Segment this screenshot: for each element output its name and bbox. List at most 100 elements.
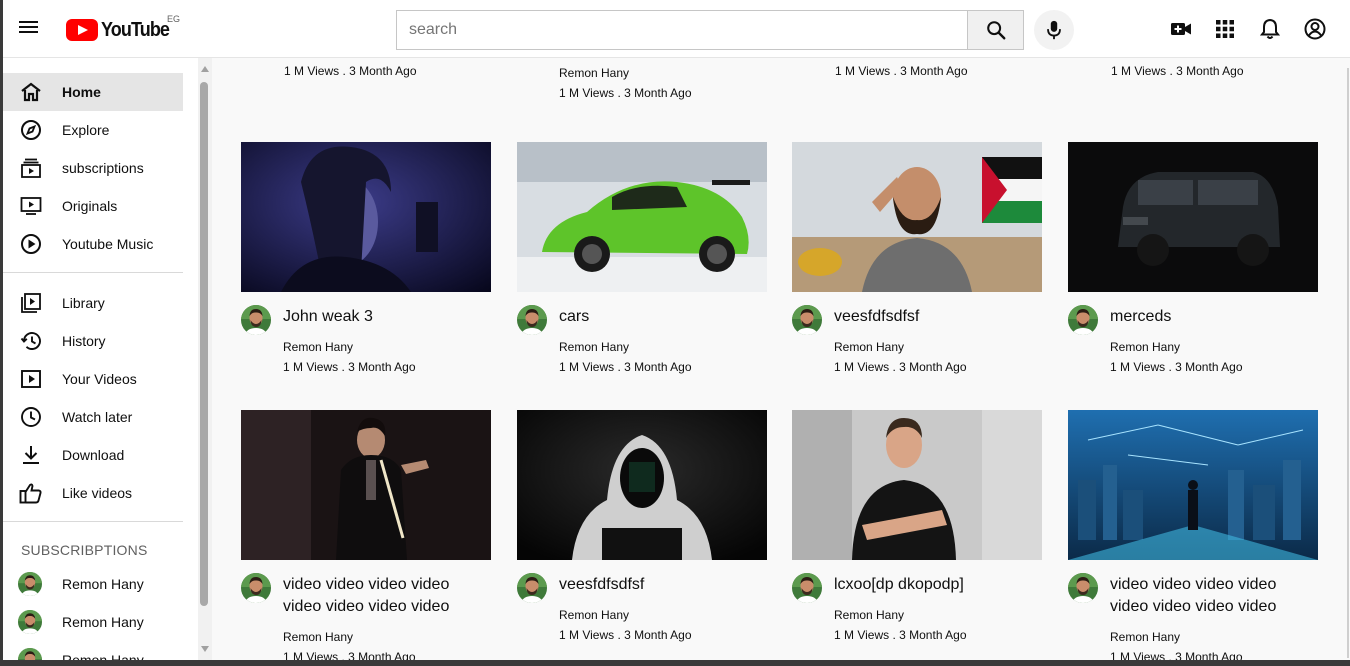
video-channel[interactable]: Remon Hany xyxy=(1110,630,1180,644)
video-title[interactable]: lcxoo[dp dkopodp] xyxy=(834,574,1042,596)
subscription-name: Remon Hany xyxy=(62,614,144,630)
video-thumbnail[interactable] xyxy=(517,410,767,560)
video-channel[interactable]: Remon Hany xyxy=(834,340,904,354)
download-icon xyxy=(19,443,43,467)
top-header: YouTube EG xyxy=(3,0,1350,58)
video-channel[interactable]: Remon Hany xyxy=(1110,340,1180,354)
subscriptions-heading: SUBSCRIBPTIONS xyxy=(21,542,148,558)
voice-search-button[interactable] xyxy=(1034,10,1074,50)
channel-avatar[interactable] xyxy=(241,305,271,335)
video-title[interactable]: veesfdfsdfsf xyxy=(559,574,767,596)
sidebar-item-download[interactable]: Download xyxy=(3,436,183,474)
subscription-name: Remon Hany xyxy=(62,652,144,660)
video-stats: 1 M Views . 3 Month Ago xyxy=(284,64,417,78)
video-card[interactable]: cars Remon Hany 1 M Views . 3 Month Ago xyxy=(517,142,767,374)
video-thumbnail[interactable] xyxy=(241,410,491,560)
channel-avatar xyxy=(18,648,42,660)
video-card[interactable]: veesfdfsdfsf Remon Hany 1 M Views . 3 Mo… xyxy=(517,410,767,642)
video-title[interactable]: merceds xyxy=(1110,306,1318,328)
video-thumbnail[interactable] xyxy=(792,142,1042,292)
sidebar-item-label: Originals xyxy=(62,198,118,214)
channel-avatar[interactable] xyxy=(1068,305,1098,335)
sidebar-item-watch-later[interactable]: Watch later xyxy=(3,398,183,436)
clock-icon xyxy=(19,405,43,429)
channel-avatar[interactable] xyxy=(517,573,547,603)
sidebar-item-your-videos[interactable]: Your Videos xyxy=(3,360,183,398)
notifications-bell-icon[interactable] xyxy=(1258,17,1282,41)
video-card[interactable]: veesfdfsdfsf Remon Hany 1 M Views . 3 Mo… xyxy=(792,142,1042,374)
subscription-name: Remon Hany xyxy=(62,576,144,592)
sidebar-scrollbar-thumb[interactable] xyxy=(200,82,208,606)
sidebar-divider xyxy=(3,521,183,522)
video-stats: 1 M Views . 3 Month Ago xyxy=(1110,360,1243,374)
logo-text: YouTube xyxy=(101,18,170,41)
video-channel[interactable]: Remon Hany xyxy=(834,608,904,622)
sidebar-item-explore[interactable]: Explore xyxy=(3,111,183,149)
video-thumbnail[interactable] xyxy=(792,410,1042,560)
sidebar-item-library[interactable]: Library xyxy=(3,284,183,322)
account-avatar-icon[interactable] xyxy=(1303,17,1327,41)
scroll-down-arrow-icon[interactable] xyxy=(201,646,209,652)
video-channel[interactable]: Remon Hany xyxy=(559,608,629,622)
video-title[interactable]: video video video video video video vide… xyxy=(283,574,491,618)
video-thumbnail[interactable] xyxy=(517,142,767,292)
video-card[interactable]: John weak 3 Remon Hany 1 M Views . 3 Mon… xyxy=(241,142,491,374)
create-video-icon[interactable] xyxy=(1169,17,1193,41)
hamburger-menu-icon[interactable] xyxy=(19,18,43,40)
video-title[interactable]: John weak 3 xyxy=(283,306,491,328)
youtube-logo[interactable]: YouTube EG xyxy=(66,14,181,43)
sidebar-item-history[interactable]: History xyxy=(3,322,183,360)
sidebar-item-label: subscriptions xyxy=(62,160,144,176)
video-card[interactable]: merceds Remon Hany 1 M Views . 3 Month A… xyxy=(1068,142,1318,374)
video-thumbnail[interactable] xyxy=(1068,142,1318,292)
channel-avatar[interactable] xyxy=(1068,573,1098,603)
main-scrollbar-thumb[interactable] xyxy=(1347,68,1349,658)
sidebar-item-home[interactable]: Home xyxy=(3,73,183,111)
sidebar-item-label: Your Videos xyxy=(62,371,137,387)
video-card[interactable]: video video video video video video vide… xyxy=(1068,410,1318,660)
sidebar-item-like-videos[interactable]: Like videos xyxy=(3,474,183,512)
window-frame-left xyxy=(0,0,3,666)
channel-avatar[interactable] xyxy=(241,573,271,603)
video-stats: 1 M Views . 3 Month Ago xyxy=(834,360,967,374)
microphone-icon xyxy=(1047,20,1061,40)
main-scrollbar[interactable] xyxy=(1346,58,1350,660)
sidebar-scrollbar[interactable] xyxy=(198,58,212,660)
video-stats: 1 M Views . 3 Month Ago xyxy=(283,650,416,660)
sidebar-item-label: Home xyxy=(62,84,101,100)
video-title[interactable]: cars xyxy=(559,306,767,328)
video-thumbnail[interactable] xyxy=(1068,410,1318,560)
sidebar-item-originals[interactable]: Originals xyxy=(3,187,183,225)
video-channel[interactable]: Remon Hany xyxy=(283,340,353,354)
sidebar-item-label: Library xyxy=(62,295,105,311)
video-title[interactable]: veesfdfsdfsf xyxy=(834,306,1042,328)
video-channel[interactable]: Remon Hany xyxy=(559,340,629,354)
sidebar-item-subscriptions[interactable]: subscriptions xyxy=(3,149,183,187)
country-code: EG xyxy=(167,14,181,24)
video-stats: 1 M Views . 3 Month Ago xyxy=(559,360,692,374)
thumbs-up-icon xyxy=(19,481,43,505)
video-card[interactable]: video video video video video video vide… xyxy=(241,410,491,660)
window-frame-bottom xyxy=(0,660,1350,666)
apps-grid-icon[interactable] xyxy=(1213,17,1237,41)
video-stats: 1 M Views . 3 Month Ago xyxy=(559,86,692,100)
search-button[interactable] xyxy=(967,10,1024,50)
video-channel[interactable]: Remon Hany xyxy=(283,630,353,644)
video-thumbnail[interactable] xyxy=(241,142,491,292)
channel-avatar[interactable] xyxy=(792,573,822,603)
channel-avatar[interactable] xyxy=(517,305,547,335)
subscription-item[interactable]: Remon Hany xyxy=(3,603,183,641)
sidebar-item-youtube-music[interactable]: Youtube Music xyxy=(3,225,183,263)
video-title[interactable]: video video video video video video vide… xyxy=(1110,574,1318,618)
search-input[interactable] xyxy=(396,10,967,50)
home-icon xyxy=(19,80,43,104)
video-card[interactable]: lcxoo[dp dkopodp] Remon Hany 1 M Views .… xyxy=(792,410,1042,642)
subscription-item[interactable]: Remon Hany xyxy=(3,565,183,603)
subscription-item[interactable]: Remon Hany xyxy=(3,641,183,660)
library-icon xyxy=(19,291,43,315)
history-icon xyxy=(19,329,43,353)
channel-avatar[interactable] xyxy=(792,305,822,335)
search-bar xyxy=(396,10,1024,50)
scroll-up-arrow-icon[interactable] xyxy=(201,66,209,72)
video-channel[interactable]: Remon Hany xyxy=(559,66,629,80)
